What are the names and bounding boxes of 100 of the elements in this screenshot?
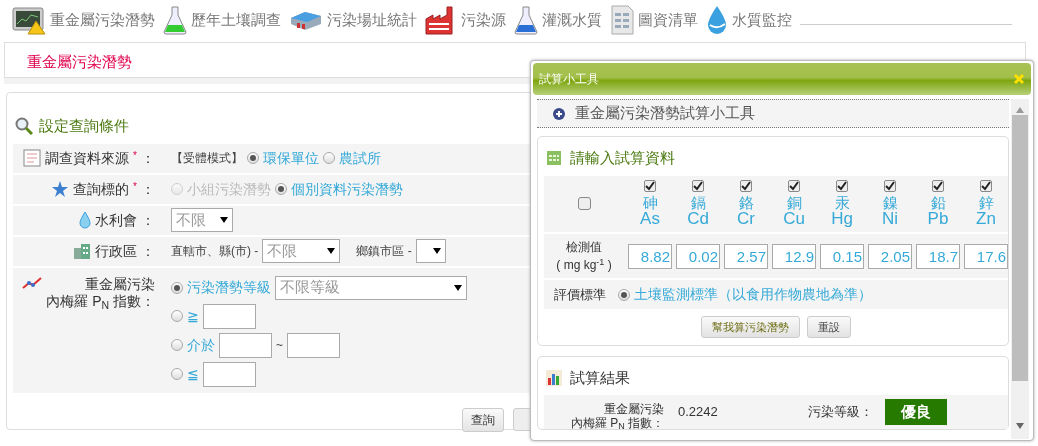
radio-button[interactable] — [275, 183, 287, 195]
nav-link[interactable]: 污染場址統計 — [289, 8, 417, 32]
value-label: 檢測值 ( mg kg$^{-1}$ ) — [555, 239, 613, 275]
section-heading: 試算結果 — [570, 367, 630, 388]
value-field[interactable]: 17.6 — [964, 243, 1008, 269]
element-symbol: As — [640, 210, 660, 229]
query-button[interactable]: 查詢 — [462, 408, 504, 432]
calculator-icon — [546, 150, 562, 167]
value-field[interactable]: 0.02 — [676, 243, 720, 269]
text-field[interactable] — [219, 332, 272, 358]
nav-link[interactable]: 歷年土壤調查 — [163, 5, 281, 35]
county-label: 直轄市、縣(市) - — [171, 243, 259, 260]
radio-button[interactable] — [247, 152, 259, 164]
nav-link[interactable]: 水質監控 — [706, 5, 792, 35]
element-name: 銅 — [786, 194, 802, 211]
field-label: 水利會 — [95, 210, 137, 230]
checkbox[interactable] — [836, 179, 848, 192]
text-field[interactable] — [203, 361, 256, 387]
colon: ： — [141, 179, 155, 199]
grade-badge: 優良 — [885, 398, 947, 426]
star-icon — [51, 180, 70, 198]
checkbox[interactable] — [980, 179, 992, 192]
colon: ： — [141, 241, 155, 261]
mode-note: 【受體模式】 — [171, 150, 243, 167]
value-field[interactable]: 2.05 — [868, 243, 912, 269]
nav-link[interactable]: 污染源 — [425, 5, 506, 35]
line-chart-icon — [22, 275, 43, 290]
search-icon — [15, 117, 33, 136]
index-label: 重金屬污染 內梅羅 P$_{N}$ 指數： — [569, 400, 664, 430]
element-symbol: Cr — [737, 210, 755, 229]
dropdown[interactable]: 不限 — [171, 208, 233, 232]
checkbox[interactable] — [692, 179, 704, 192]
checkbox[interactable] — [577, 197, 591, 211]
monitor-warning-icon — [12, 5, 46, 35]
checkbox[interactable] — [788, 179, 800, 192]
element-symbol: Hg — [831, 210, 853, 229]
value-field[interactable]: 12.9 — [772, 243, 816, 269]
option-label: 個別資料污染潛勢 — [291, 179, 403, 199]
chart-document-icon — [23, 149, 42, 167]
standard-label: 評價標準 — [554, 285, 606, 304]
option-label: ≧ — [187, 306, 199, 326]
panel-heading: 設定查詢條件 — [39, 116, 129, 136]
value-field[interactable]: 18.7 — [916, 243, 960, 269]
tool-heading: 重金屬污染潛勢試算小工具 — [575, 103, 755, 124]
element-symbol: Ni — [881, 210, 899, 229]
checkbox[interactable] — [644, 179, 656, 192]
value-field[interactable]: 8.82 — [628, 243, 672, 269]
water-drop-icon — [706, 5, 728, 35]
value-field[interactable]: 0.15 — [820, 243, 864, 269]
required-mark: * — [133, 179, 137, 194]
grade-select[interactable]: 不限等級 — [275, 275, 467, 300]
checkbox[interactable] — [884, 179, 896, 192]
option-label: 介於 — [187, 335, 215, 355]
required-mark: * — [133, 148, 137, 163]
separator: ~ — [276, 337, 283, 354]
option-label: 環保單位 — [263, 148, 319, 168]
checkbox[interactable] — [740, 179, 752, 192]
value-field[interactable]: 2.57 — [724, 243, 768, 269]
field-label: 行政區 — [95, 241, 137, 261]
element-name: 鎳 — [882, 194, 898, 211]
field-label: 調查資料來源 — [45, 148, 130, 168]
element-name: 汞 — [834, 194, 850, 211]
flask-icon — [163, 5, 187, 35]
document-icon — [610, 5, 634, 35]
option-label: ≦ — [187, 364, 199, 384]
scroll-up-icon — [1016, 107, 1024, 113]
colon: ： — [141, 148, 155, 168]
colon: ： — [141, 210, 155, 230]
text-field[interactable] — [203, 303, 256, 329]
field-label: 重金屬污染 內梅羅 P$_{N}$ 指數： — [46, 275, 155, 311]
radio-button[interactable] — [171, 339, 183, 351]
nav-link[interactable]: 重金屬污染潛勢 — [12, 5, 155, 35]
scroll-down-icon — [1016, 423, 1024, 429]
nav-link[interactable]: 灌溉水質 — [514, 5, 602, 35]
radio-button[interactable] — [171, 281, 183, 294]
radio-button[interactable] — [618, 288, 630, 301]
scrollbar[interactable] — [1011, 99, 1029, 439]
element-symbol: Cd — [687, 210, 709, 229]
dropdown[interactable]: 不限 — [262, 239, 341, 263]
nav-link[interactable]: 圖資清單 — [610, 5, 698, 35]
radio-button[interactable] — [171, 368, 183, 380]
option-label: 農試所 — [339, 148, 381, 168]
radio-button[interactable] — [171, 310, 183, 322]
checkbox[interactable] — [932, 179, 944, 192]
option-label: 土壤監測標準（以食用作物農地為準） — [634, 285, 872, 305]
index-value: 0.2242 — [678, 403, 719, 422]
bar-chart-icon — [546, 369, 562, 386]
text-field[interactable] — [287, 332, 340, 358]
element-name: 鉛 — [930, 194, 946, 211]
action-button[interactable]: 幫我算污染潛勢 — [701, 315, 801, 339]
element-symbol: Cu — [783, 210, 805, 229]
element-name: 鋅 — [978, 194, 994, 211]
element-name: 鉻 — [738, 194, 754, 211]
dropdown[interactable] — [415, 239, 446, 263]
radio-button[interactable] — [323, 152, 335, 164]
section-heading: 請輸入試算資料 — [570, 148, 675, 168]
plus-circle-icon — [553, 107, 565, 120]
action-button[interactable]: 重設 — [806, 315, 851, 339]
field-label: 查詢標的 — [73, 179, 130, 199]
grade-label: 污染等級： — [808, 403, 873, 422]
